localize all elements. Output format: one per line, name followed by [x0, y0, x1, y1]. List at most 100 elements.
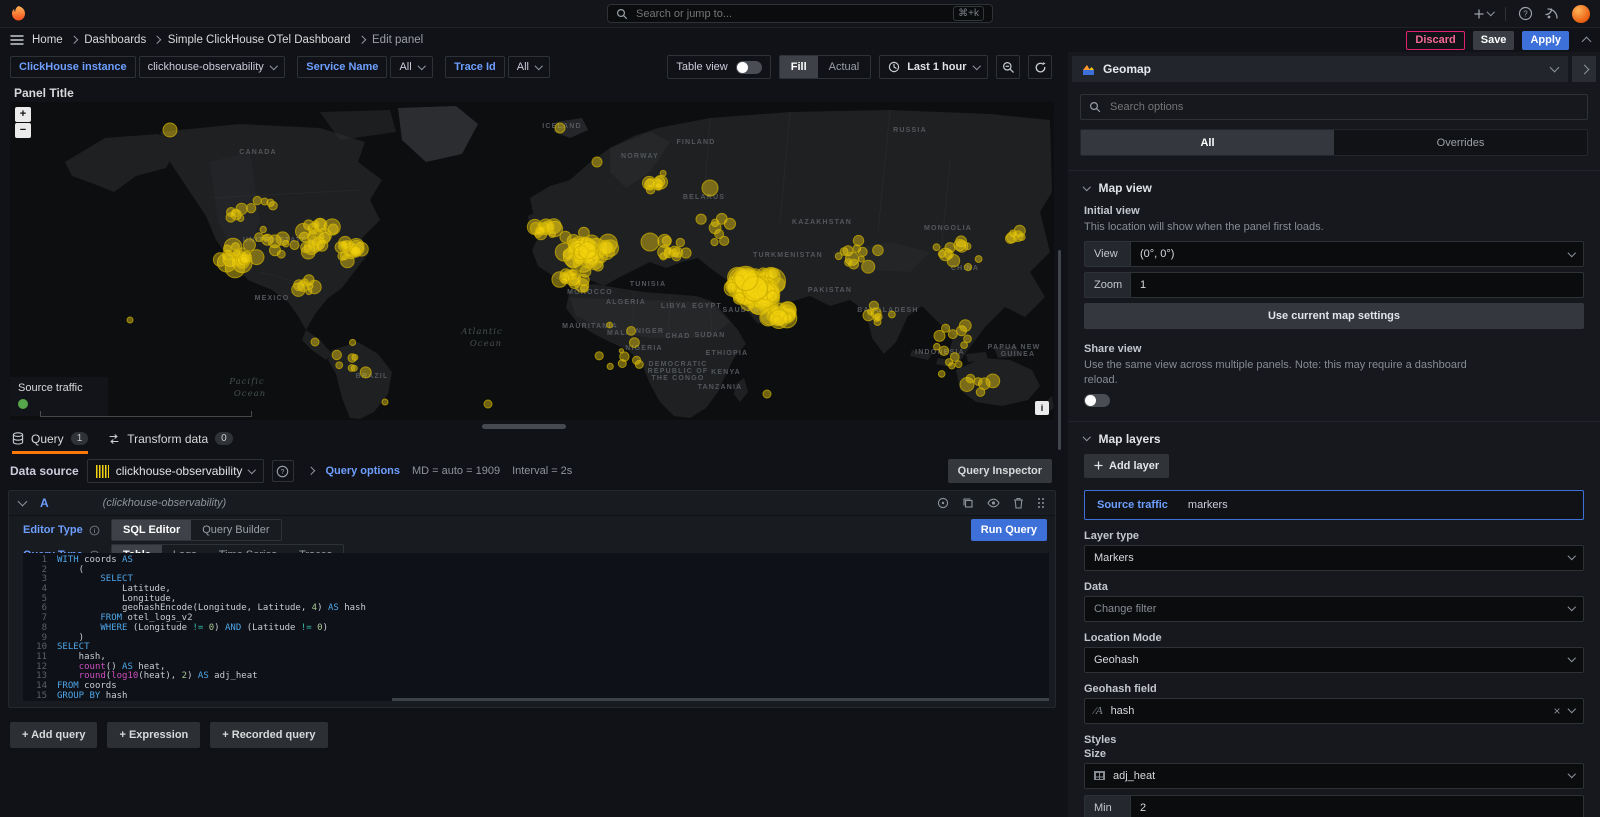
scrollbar-thumb[interactable]	[1058, 250, 1061, 450]
code-line[interactable]: 3 SELECT	[23, 575, 1049, 585]
code-line[interactable]: 10SELECT	[23, 643, 1049, 653]
table-view-toggle[interactable]	[736, 61, 762, 74]
map-marker	[955, 361, 962, 368]
search-shortcut: ⌘+k	[953, 6, 984, 21]
zoom-out-time-button[interactable]	[996, 55, 1020, 79]
new-menu-button[interactable]	[1473, 8, 1494, 20]
sql-code-editor[interactable]: 1WITH coords AS2 (3 SELECT4 Latitude,5 L…	[23, 553, 1049, 701]
map-marker	[240, 252, 252, 264]
hide-query-icon[interactable]	[987, 497, 1000, 509]
breadcrumb-dashboard-name[interactable]: Simple ClickHouse OTel Dashboard	[168, 34, 351, 46]
query-builder-option[interactable]: Query Builder	[191, 520, 280, 540]
divider	[1505, 7, 1506, 21]
min-input[interactable]: 2	[1130, 795, 1584, 817]
tab-overrides[interactable]: Overrides	[1334, 130, 1587, 155]
query-options-link[interactable]: Query options	[325, 465, 400, 477]
drag-handle-icon[interactable]	[1037, 497, 1045, 509]
plus-icon	[1473, 8, 1485, 20]
data-label: Data	[1084, 581, 1584, 593]
tab-transform-data[interactable]: Transform data 0	[108, 430, 232, 454]
code-line[interactable]: 2 (	[23, 566, 1049, 576]
service-name-select[interactable]: All	[390, 56, 433, 78]
grafana-logo-icon[interactable]	[10, 5, 27, 22]
editor-horizontal-scrollbar[interactable]	[392, 698, 1049, 701]
query-card-header[interactable]: A (clickhouse-observability)	[9, 491, 1055, 516]
recorded-query-button[interactable]: + Recorded query	[210, 722, 327, 748]
breadcrumb-home[interactable]: Home	[32, 34, 63, 46]
query-inspector-button[interactable]: Query Inspector	[948, 459, 1052, 483]
user-avatar[interactable]	[1572, 5, 1590, 23]
add-query-button[interactable]: + Add query	[10, 722, 97, 748]
map-marker	[607, 322, 613, 328]
code-line[interactable]: 4 Latitude,	[23, 585, 1049, 595]
query-history-icon[interactable]	[937, 497, 949, 509]
country-label: RUSSIA	[893, 127, 927, 134]
clear-icon[interactable]: ×	[1553, 705, 1560, 717]
location-mode-select[interactable]: Geohash	[1084, 647, 1584, 673]
chevron-down-icon	[1486, 8, 1494, 16]
code-line[interactable]: 8 WHERE (Longitude != 0) AND (Latitude !…	[23, 624, 1049, 634]
map-zoom-in-button[interactable]: +	[15, 107, 31, 122]
news-icon[interactable]	[1545, 6, 1560, 21]
pane-resize-handle[interactable]	[482, 424, 566, 429]
view-field-select[interactable]: (0°, 0°)	[1130, 241, 1584, 267]
layer-name[interactable]: Source traffic	[1097, 499, 1168, 511]
zoom-field-input[interactable]: 1	[1130, 272, 1584, 298]
menu-icon[interactable]	[10, 34, 24, 46]
map-view-section-header[interactable]: Map view	[1084, 181, 1584, 195]
map-marker	[237, 215, 244, 222]
tab-query[interactable]: Query 1	[12, 430, 88, 454]
map-canvas[interactable]: CANADAUNITED STATESMEXICOBRAZILICELANDNO…	[10, 102, 1054, 420]
collapse-chevron-icon[interactable]	[1582, 37, 1592, 47]
map-layers-section-header[interactable]: Map layers	[1084, 432, 1584, 446]
datasource-picker[interactable]: clickhouse-observability	[87, 459, 264, 483]
breadcrumb-dashboards[interactable]: Dashboards	[84, 34, 146, 46]
share-view-toggle[interactable]	[1084, 394, 1110, 407]
help-icon[interactable]: ?	[1518, 6, 1533, 21]
datasource-help-button[interactable]: ?	[272, 460, 294, 482]
code-line[interactable]: 11 hash,	[23, 653, 1049, 663]
clickhouse-instance-select[interactable]: clickhouse-observability	[139, 56, 286, 78]
fill-option[interactable]: Fill	[780, 56, 818, 78]
world-map[interactable]: CANADAUNITED STATESMEXICOBRAZILICELANDNO…	[10, 102, 1054, 420]
search-icon	[1089, 101, 1101, 113]
map-zoom-out-button[interactable]: −	[15, 123, 31, 138]
run-query-button[interactable]: Run Query	[971, 519, 1047, 541]
time-range-picker[interactable]: Last 1 hour	[879, 55, 988, 79]
global-search[interactable]: ⌘+k	[607, 4, 993, 23]
options-search-input[interactable]	[1108, 100, 1579, 114]
chevron-down-icon	[1567, 770, 1575, 778]
layer-row-source-traffic[interactable]: Source traffic markers	[1084, 490, 1584, 520]
visualization-picker[interactable]: Geomap	[1072, 56, 1568, 82]
expression-button[interactable]: + Expression	[107, 722, 200, 748]
panel-title[interactable]: Panel Title	[8, 84, 1056, 102]
add-layer-button[interactable]: Add layer	[1084, 454, 1169, 478]
code-line[interactable]: 14FROM coords	[23, 682, 1049, 692]
sql-editor-option[interactable]: SQL Editor	[112, 520, 191, 540]
delete-query-icon[interactable]	[1013, 497, 1024, 509]
code-line[interactable]: 1WITH coords AS	[23, 556, 1049, 566]
discard-button[interactable]: Discard	[1406, 31, 1464, 50]
code-line[interactable]: 13 round(log10(heat), 2) AS adj_heat	[23, 672, 1049, 682]
search-input[interactable]	[634, 7, 947, 21]
code-line[interactable]: 9 )	[23, 634, 1049, 644]
collapse-query-icon[interactable]	[18, 497, 28, 507]
trace-id-select[interactable]: All	[508, 56, 551, 78]
refresh-button[interactable]	[1028, 55, 1052, 79]
map-marker	[835, 253, 842, 260]
save-button[interactable]: Save	[1473, 31, 1515, 50]
geohash-field-select[interactable]: ⁄A hash ×	[1084, 698, 1584, 724]
map-attribution-button[interactable]: i	[1035, 401, 1049, 415]
apply-button[interactable]: Apply	[1522, 31, 1569, 50]
use-current-map-settings-button[interactable]: Use current map settings	[1084, 303, 1584, 329]
country-label: NORWAY	[621, 153, 659, 160]
tab-all[interactable]: All	[1081, 130, 1334, 155]
data-select[interactable]: Change filter	[1084, 596, 1584, 622]
collapse-options-pane-button[interactable]	[1572, 56, 1596, 82]
options-search[interactable]	[1080, 94, 1588, 120]
duplicate-query-icon[interactable]	[962, 497, 974, 509]
actual-option[interactable]: Actual	[818, 56, 871, 78]
expand-query-options-icon[interactable]	[307, 467, 315, 475]
size-field-select[interactable]: adj_heat	[1084, 763, 1584, 789]
layer-type-select[interactable]: Markers	[1084, 545, 1584, 571]
